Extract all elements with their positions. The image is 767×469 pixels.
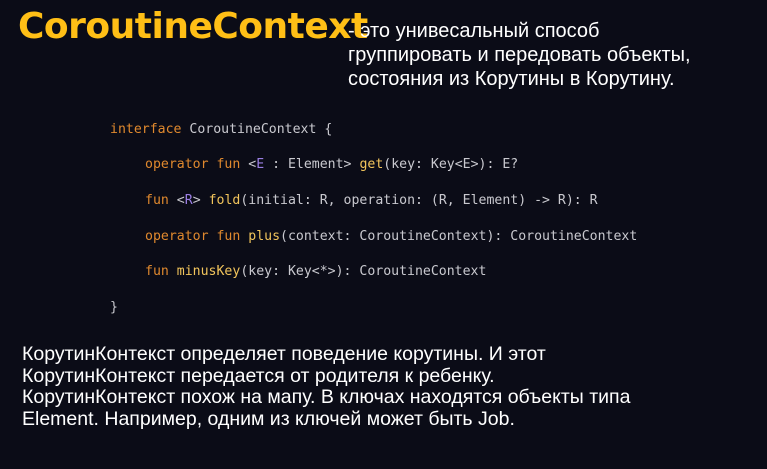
code-text: : Element> (264, 157, 360, 172)
slide-title: CoroutineContext (18, 6, 368, 47)
code-text: < (248, 157, 257, 172)
code-function-name: minusKey (176, 264, 241, 279)
slide: CoroutineContext - это унивесальный спос… (0, 0, 767, 469)
slide-subtitle: - это унивесальный способ группировать и… (348, 19, 758, 91)
code-keyword: fun (145, 264, 169, 279)
code-keyword: operator (145, 229, 209, 244)
code-keyword: interface (110, 122, 182, 137)
body-line: КорутинКонтекст определяет поведение кор… (22, 343, 546, 365)
code-keyword: fun (145, 193, 169, 208)
code-keyword: operator (145, 157, 209, 172)
code-function-name: plus (248, 229, 281, 244)
subtitle-line: группировать и передовать объекты, (348, 44, 691, 66)
body-line: КорутинКонтекст передается от родителя к… (22, 364, 495, 387)
code-text: } (110, 300, 118, 315)
code-generic: E (256, 157, 265, 172)
code-text: (context: CoroutineContext): CoroutineCo… (280, 229, 638, 244)
subtitle-line: - это унивесальный способ (348, 20, 600, 42)
code-block: interface CoroutineContext { operator fu… (110, 118, 637, 315)
code-text: (initial: R, operation: (R, Element) -> … (240, 193, 598, 208)
code-line-fold: fun <R> fold(initial: R, operation: (R, … (145, 191, 598, 211)
body-line: Element. Например, одним из ключей может… (22, 407, 515, 430)
code-text: (key: Key<*>): CoroutineContext (240, 264, 487, 279)
slide-body-text: КорутинКонтекст определяет поведение кор… (22, 343, 762, 430)
code-line-plus: operator fun plus(context: CoroutineCont… (145, 227, 637, 247)
code-function-name: get (359, 157, 384, 172)
code-line-get: operator fun <E : Element> get(key: Key<… (145, 155, 518, 175)
code-keyword: fun (208, 229, 241, 244)
code-line-minuskey: fun minusKey(key: Key<*>): CoroutineCont… (145, 262, 486, 282)
code-text: < (176, 193, 185, 208)
code-generic: R (184, 193, 193, 208)
subtitle-line: состояния из Корутины в Корутину. (348, 68, 675, 90)
code-text: (key: Key<E>): E? (383, 157, 519, 172)
code-text: CoroutineContext { (181, 122, 333, 137)
code-line-close: } (110, 298, 118, 318)
code-line-interface: interface CoroutineContext { (110, 120, 332, 140)
body-line: КорутинКонтекст похож на мапу. В ключах … (22, 386, 631, 408)
code-text: > (192, 193, 209, 208)
code-function-name: fold (208, 193, 241, 208)
code-keyword: fun (208, 157, 241, 172)
